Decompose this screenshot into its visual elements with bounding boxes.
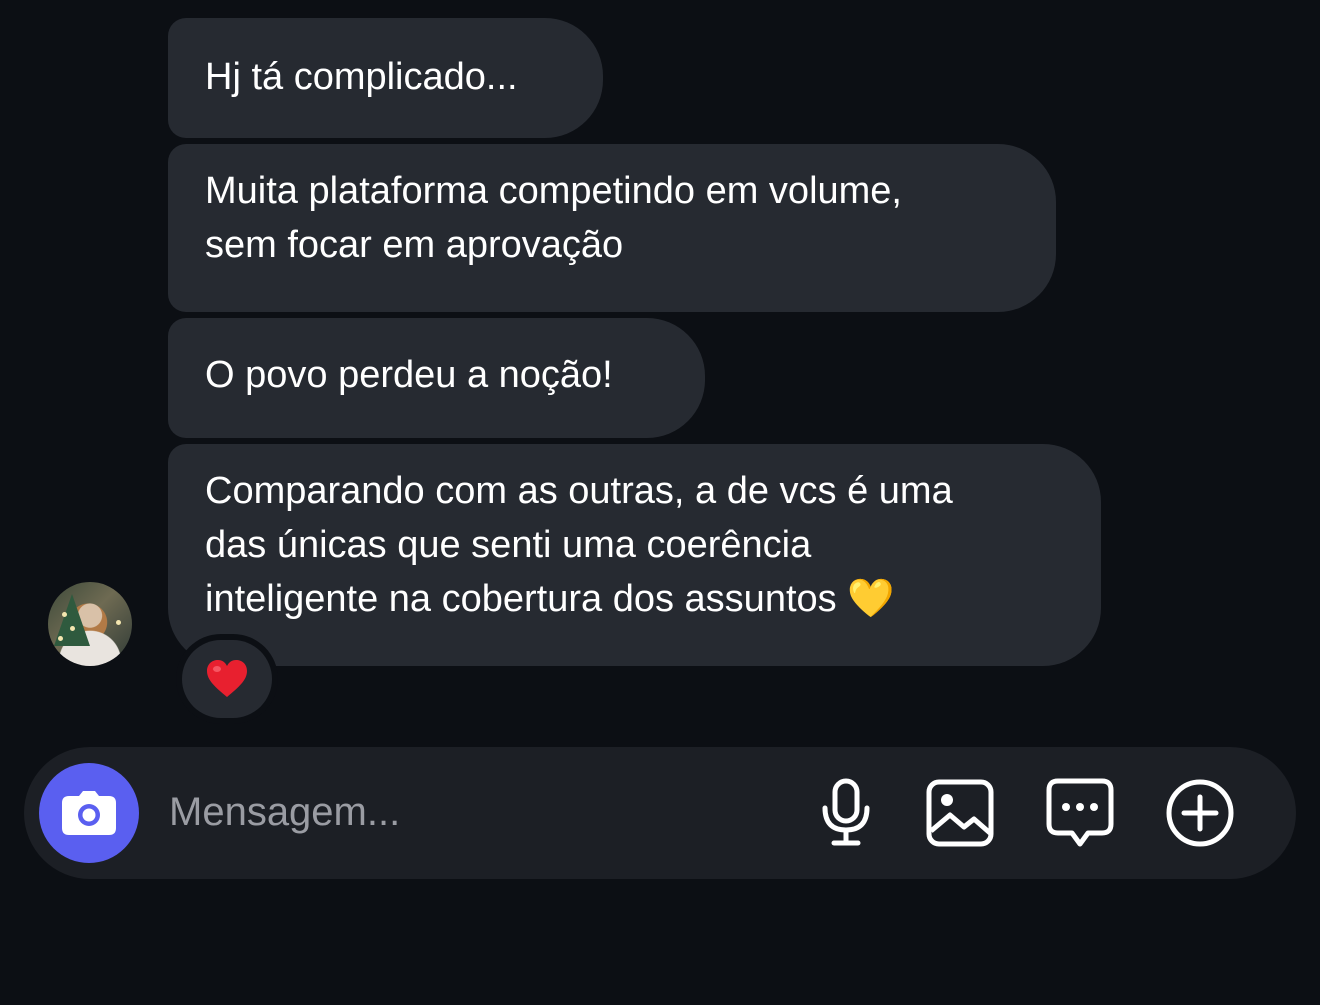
avatar-light [62, 612, 67, 617]
image-gallery-icon [926, 779, 994, 847]
sticker-button[interactable] [1044, 777, 1116, 849]
message-input[interactable]: Mensagem... [169, 786, 400, 838]
gallery-button[interactable] [924, 777, 996, 849]
message-reaction[interactable] [182, 640, 272, 718]
avatar-light [58, 636, 63, 641]
message-text: O povo perdeu a noção! [205, 354, 613, 396]
avatar[interactable] [48, 582, 132, 666]
sticker-chat-icon [1046, 778, 1114, 847]
camera-button[interactable] [39, 763, 139, 863]
camera-icon [62, 791, 116, 835]
add-button[interactable] [1164, 777, 1236, 849]
message-bubble[interactable]: Muita plataforma competindo em volume, s… [168, 144, 1056, 312]
message-text: Hj tá complicado... [205, 56, 518, 98]
message-bubble[interactable]: Comparando com as outras, a de vcs é uma… [168, 444, 1101, 666]
avatar-light [70, 626, 75, 631]
heart-icon [207, 660, 247, 697]
message-text: Comparando com as outras, a de vcs é uma… [205, 470, 953, 620]
microphone-icon [822, 778, 870, 846]
avatar-light [116, 620, 121, 625]
message-bubble[interactable]: O povo perdeu a noção! [168, 318, 705, 438]
chat-screen: Hj tá complicado... Muita plataforma com… [0, 0, 1320, 1005]
message-bubble[interactable]: Hj tá complicado... [168, 18, 603, 138]
add-circle-icon [1166, 779, 1234, 847]
message-text: Muita plataforma competindo em volume, s… [205, 170, 902, 266]
microphone-button[interactable] [810, 777, 882, 849]
